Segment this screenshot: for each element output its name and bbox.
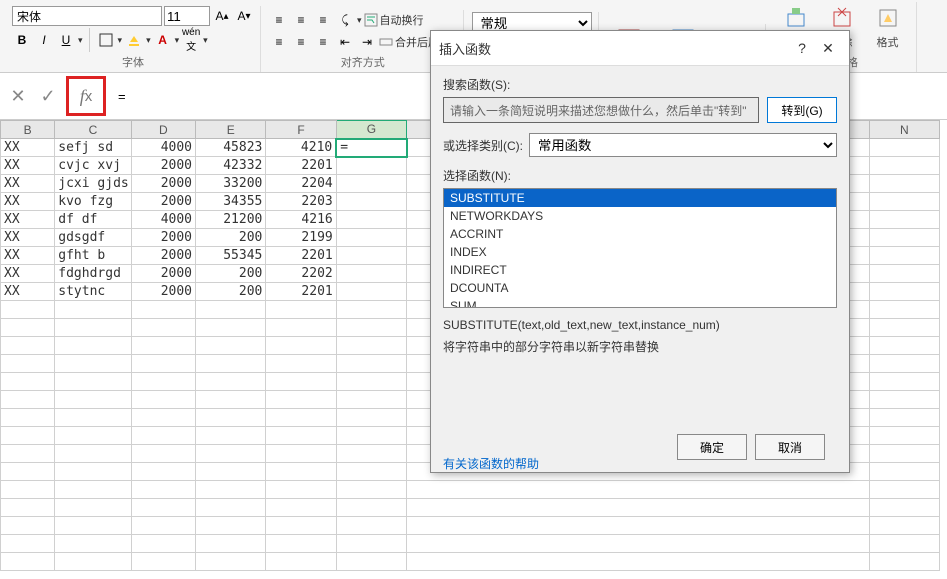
table-row[interactable] xyxy=(1,553,940,571)
col-E[interactable]: E xyxy=(196,121,266,139)
phonetic-button[interactable]: wén文 xyxy=(181,30,201,50)
align-top-icon[interactable]: ≡ xyxy=(269,10,289,30)
function-list[interactable]: SUBSTITUTENETWORKDAYSACCRINTINDEXINDIREC… xyxy=(443,188,837,308)
font-name-select[interactable] xyxy=(12,6,162,26)
function-item[interactable]: DCOUNTA xyxy=(444,279,836,297)
align-bottom-icon[interactable]: ≡ xyxy=(313,10,333,30)
italic-button[interactable]: I xyxy=(34,30,54,50)
align-right-icon[interactable]: ≡ xyxy=(313,32,333,52)
ok-button[interactable]: 确定 xyxy=(677,434,747,460)
function-description: 将字符串中的部分字符串以新字符串替换 xyxy=(443,338,837,355)
cancel-button[interactable]: 取消 xyxy=(755,434,825,460)
cancel-formula-icon[interactable]: ✕ xyxy=(6,84,30,108)
table-row[interactable] xyxy=(1,481,940,499)
function-item[interactable]: SUBSTITUTE xyxy=(444,189,836,207)
underline-button[interactable]: U xyxy=(56,30,76,50)
function-item[interactable]: NETWORKDAYS xyxy=(444,207,836,225)
col-D[interactable]: D xyxy=(131,121,195,139)
insert-function-button[interactable]: fx xyxy=(66,76,106,116)
go-button[interactable]: 转到(G) xyxy=(767,97,837,123)
group-font-label: 字体 xyxy=(122,52,144,72)
table-row[interactable] xyxy=(1,535,940,553)
search-label: 搜索函数(S): xyxy=(443,76,837,93)
indent-decrease-icon[interactable]: ⇤ xyxy=(335,32,355,52)
table-row[interactable] xyxy=(1,499,940,517)
col-F[interactable]: F xyxy=(266,121,336,139)
function-item[interactable]: INDEX xyxy=(444,243,836,261)
function-item[interactable]: ACCRINT xyxy=(444,225,836,243)
function-item[interactable]: INDIRECT xyxy=(444,261,836,279)
close-icon[interactable]: ✕ xyxy=(815,37,841,59)
format-button[interactable]: 格式 xyxy=(866,2,910,52)
insert-function-dialog: 插入函数 ? ✕ 搜索函数(S): 转到(G) 或选择类别(C): 常用函数 选… xyxy=(430,30,850,473)
search-function-input[interactable] xyxy=(443,97,759,123)
font-color-button[interactable]: A xyxy=(153,30,173,50)
function-signature: SUBSTITUTE(text,old_text,new_text,instan… xyxy=(443,318,837,332)
function-item[interactable]: SUM xyxy=(444,297,836,308)
indent-increase-icon[interactable]: ⇥ xyxy=(357,32,377,52)
align-middle-icon[interactable]: ≡ xyxy=(291,10,311,30)
group-align-label: 对齐方式 xyxy=(341,52,385,72)
help-link[interactable]: 有关该函数的帮助 xyxy=(443,455,539,472)
wrap-text-button[interactable]: 自动换行 xyxy=(364,12,424,28)
increase-font-icon[interactable]: A▴ xyxy=(212,6,232,26)
select-function-label: 选择函数(N): xyxy=(443,167,837,184)
font-size-select[interactable] xyxy=(164,6,210,26)
align-center-icon[interactable]: ≡ xyxy=(291,32,311,52)
col-N[interactable]: N xyxy=(869,121,939,139)
orientation-button[interactable]: ⤹ xyxy=(335,10,355,30)
help-icon[interactable]: ? xyxy=(789,37,815,59)
decrease-font-icon[interactable]: A▾ xyxy=(234,6,254,26)
category-label: 或选择类别(C): xyxy=(443,137,523,154)
border-button[interactable] xyxy=(96,30,116,50)
align-left-icon[interactable]: ≡ xyxy=(269,32,289,52)
category-select[interactable]: 常用函数 xyxy=(529,133,837,157)
fill-color-button[interactable] xyxy=(124,30,144,50)
dialog-title: 插入函数 xyxy=(439,39,789,58)
col-G[interactable]: G xyxy=(336,121,406,139)
col-C[interactable]: C xyxy=(55,121,131,139)
table-row[interactable] xyxy=(1,517,940,535)
ribbon-group-font: A▴ A▾ B I U ▾ ▾ ▾ A▾ wén文▾ xyxy=(6,6,261,72)
bold-button[interactable]: B xyxy=(12,30,32,50)
col-B[interactable]: B xyxy=(1,121,55,139)
enter-formula-icon[interactable]: ✓ xyxy=(36,84,60,108)
